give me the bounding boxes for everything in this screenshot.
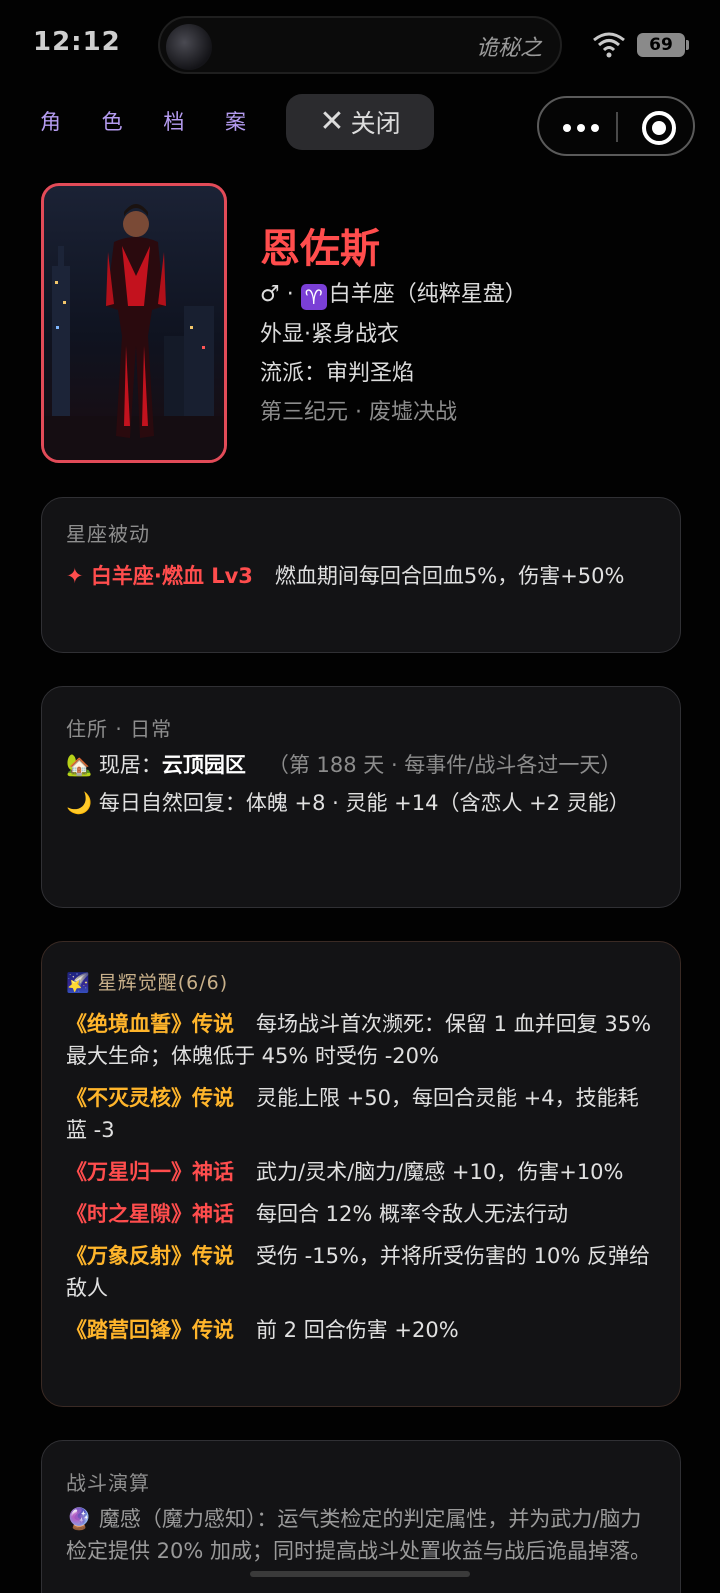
battle-text: 魔感（魔力感知）：运气类检定的判定属性，并为武力/脑力检定提供 20% 加成；同… [66,1507,652,1563]
gender-symbol: ♂ [260,282,280,307]
awakening-name: 《踏营回锋》传说 [66,1318,234,1342]
awakening-desc: 武力/灵术/脑力/魔感 +10，伤害+10% [256,1160,624,1184]
awakening-title: 星辉觉醒(6/6) [97,972,229,994]
close-button[interactable]: ✕ 关闭 [286,94,434,150]
awakening-name: 《不灭灵核》传说 [66,1086,234,1110]
passive-skill-desc: 燃血期间每回合回血5%，伤害+50% [274,564,625,588]
more-icon[interactable] [563,124,599,132]
awakening-card: 🌠 星辉觉醒(6/6) 《绝境血誓》传说 每场战斗首次濒死：保留 1 血并回复 3… [41,941,681,1407]
separator: · [286,282,294,307]
portrait-illustration [44,204,224,460]
battery-icon: 69 [637,33,685,57]
home-icon: 🏡 [66,753,93,777]
passive-skill-name: ✦ 白羊座·燃血 Lv3 [66,564,253,588]
passive-body: ✦ 白羊座·燃血 Lv3 燃血期间每回合回血5%，伤害+50% [66,560,652,592]
home-note: （第 188 天 · 每事件/战斗各过一天） [267,753,622,777]
island-title: 诡秘之 [475,36,542,61]
character-profile-page: 12:12 诡秘之 69 角 色 档 案 ✕ 关闭 恩佐斯 ♂ · ♈ 白羊座（… [0,0,720,1593]
awakening-name: 《万星归一》神话 [66,1160,234,1184]
awakening-name: 《绝境血誓》传说 [66,1012,234,1036]
list-item: 《万星归一》神话 武力/灵术/脑力/魔感 +10，伤害+10% [66,1156,652,1188]
battle-body: 🔮 魔感（魔力感知）：运气类检定的判定属性，并为武力/脑力检定提供 20% 加成… [66,1503,652,1567]
list-item: 《绝境血誓》传说 每场战斗首次濒死：保留 1 血并回复 35% 最大生命；体魄低于… [66,1008,652,1072]
passive-card: 星座被动 ✦ 白羊座·燃血 Lv3 燃血期间每回合回血5%，伤害+50% [41,497,681,653]
school-line: 流派：审判圣焰 [260,361,415,386]
miniapp-capsule [537,96,695,156]
awakening-name: 《时之星隙》神话 [66,1202,234,1226]
list-item: 《踏营回锋》传说前 2 回合伤害 +20% [66,1314,652,1346]
residence-title: 住所 · 日常 [66,717,173,741]
list-item: 《不灭灵核》传说 灵能上限 +50，每回合灵能 +4，技能耗蓝 -3 [66,1082,652,1146]
home-name: 云顶园区 [161,753,246,777]
crystal-ball-icon: 🔮 [66,1507,93,1531]
moon-icon: 🌙 [66,791,93,815]
passive-title: 星座被动 [66,522,150,546]
home-label: 现居： [98,753,162,777]
battle-title: 战斗演算 [66,1471,150,1495]
battery-tip [686,40,689,50]
list-item: 《万象反射》传说 受伤 -15%，并将所受伤害的 10% 反弹给敌人 [66,1240,652,1304]
shooting-star-icon: 🌠 [66,972,91,994]
target-icon[interactable] [642,111,676,145]
capsule-divider [616,112,618,142]
home-indicator[interactable] [250,1571,470,1577]
dynamic-island[interactable]: 诡秘之 [158,16,562,74]
character-portrait [41,183,227,463]
residence-card: 住所 · 日常 🏡 现居：云顶园区 （第 188 天 · 每事件/战斗各过一天） … [41,686,681,908]
awakening-header: 🌠 星辉觉醒(6/6) [66,968,228,995]
close-label: 关闭 [350,109,401,138]
wifi-icon [593,32,625,58]
awakening-desc: 每回合 12% 概率令敌人无法行动 [256,1202,569,1226]
zodiac-label: 白羊座（纯粹星盘） [328,282,527,307]
aries-icon: ♈ [300,284,327,310]
status-time: 12:12 [33,27,121,57]
recovery-line: 🌙 每日自然回复：体魄 +8 · 灵能 +14（含恋人 +2 灵能） [66,787,652,819]
close-icon: ✕ [319,104,345,139]
identity-line: ♂ · ♈ 白羊座（纯粹星盘） [260,276,527,310]
status-bar: 12:12 诡秘之 69 [0,0,720,90]
home-line: 🏡 现居：云顶园区 （第 188 天 · 每事件/战斗各过一天） [66,749,652,781]
era-line: 第三纪元 · 废墟决战 [260,400,457,425]
appearance-line: 外显·紧身战衣 [260,322,399,347]
list-item: 《时之星隙》神话 每回合 12% 概率令敌人无法行动 [66,1198,652,1230]
awakening-list: 《绝境血誓》传说 每场战斗首次濒死：保留 1 血并回复 35% 最大生命；体魄低于… [66,1008,652,1356]
character-name: 恩佐斯 [260,226,380,272]
residence-body: 🏡 现居：云顶园区 （第 188 天 · 每事件/战斗各过一天） 🌙 每日自然回复… [66,749,652,819]
page-title: 角 色 档 案 [40,110,264,134]
media-thumbnail [166,24,212,70]
recovery-text: 每日自然回复：体魄 +8 · 灵能 +14（含恋人 +2 灵能） [98,791,630,815]
awakening-desc: 前 2 回合伤害 +20% [256,1318,459,1342]
awakening-name: 《万象反射》传说 [66,1244,234,1268]
